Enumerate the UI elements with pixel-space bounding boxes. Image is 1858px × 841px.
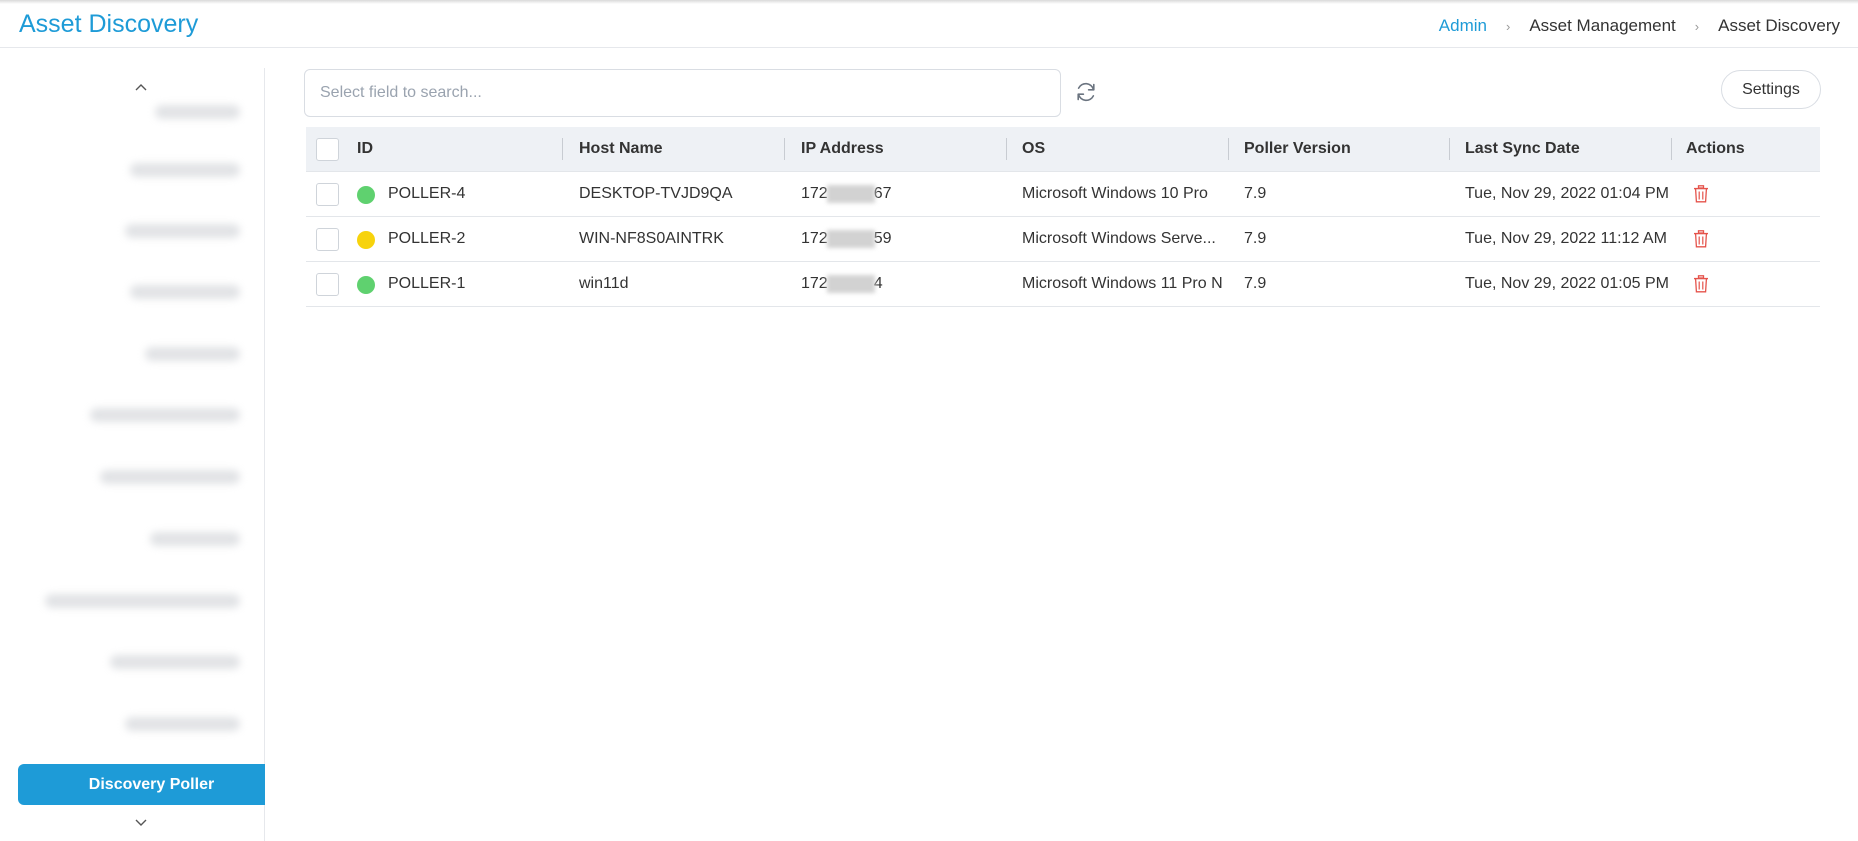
select-all-checkbox[interactable] [316, 138, 339, 161]
sidebar-item-blurred[interactable] [125, 224, 240, 238]
sidebar: Discovery Poller [0, 68, 265, 841]
table-row[interactable]: POLLER-1 win11d 172 4 Microsoft Windows 1… [306, 262, 1820, 307]
status-indicator [357, 186, 375, 204]
poller-version: 7.9 [1244, 185, 1267, 202]
host-name: WIN-NF8S0AINTRK [579, 230, 724, 247]
sidebar-item-blurred[interactable] [130, 285, 240, 299]
actions-cell [1686, 217, 1816, 261]
ip-suffix: 4 [873, 275, 883, 292]
status-indicator [357, 231, 375, 249]
column-separator[interactable] [562, 138, 563, 160]
column-header-actions: Actions [1686, 140, 1745, 157]
trash-icon[interactable] [1693, 275, 1709, 293]
breadcrumb-admin[interactable]: Admin [1439, 16, 1487, 36]
search-box [304, 69, 1061, 117]
sidebar-item-discovery-poller[interactable]: Discovery Poller [18, 764, 265, 805]
chevron-right-icon: › [1505, 18, 1511, 34]
breadcrumb: Admin › Asset Management › Asset Discove… [1439, 16, 1840, 36]
column-header-last-sync-date[interactable]: Last Sync Date [1465, 127, 1675, 171]
column-separator[interactable] [1671, 138, 1672, 160]
actions-cell [1686, 262, 1816, 306]
poller-version: 7.9 [1244, 230, 1267, 247]
table-row[interactable]: POLLER-2 WIN-NF8S0AINTRK 172 59 Microsoft… [306, 217, 1820, 262]
last-sync-date: Tue, Nov 29, 2022 11:12 AM [1465, 230, 1667, 247]
table-row[interactable]: POLLER-4 DESKTOP-TVJD9QA 172 67 Microsoft… [306, 172, 1820, 217]
operating-system: Microsoft Windows 10 Pro [1022, 185, 1208, 202]
column-header-os[interactable]: OS [1022, 127, 1227, 171]
ip-address: 172 67 [801, 172, 1011, 216]
row-checkbox[interactable] [316, 228, 339, 251]
actions-cell [1686, 172, 1816, 216]
ip-address: 172 59 [801, 217, 1011, 261]
page-title: Asset Discovery [19, 10, 199, 38]
chevron-down-icon[interactable] [134, 815, 148, 829]
poller-version: 7.9 [1244, 275, 1267, 292]
sidebar-item-blurred[interactable] [150, 532, 240, 546]
trash-icon[interactable] [1693, 185, 1709, 203]
sidebar-item-blurred[interactable] [90, 408, 240, 422]
sidebar-item-blurred[interactable] [45, 594, 240, 608]
host-name: DESKTOP-TVJD9QA [579, 185, 733, 202]
column-separator[interactable] [784, 138, 785, 160]
refresh-icon[interactable] [1074, 80, 1098, 104]
column-separator[interactable] [1228, 138, 1229, 160]
column-header-ip-address[interactable]: IP Address [801, 127, 1011, 171]
sidebar-item-blurred[interactable] [145, 347, 240, 361]
poller-id[interactable]: POLLER-1 [388, 262, 538, 306]
row-checkbox[interactable] [316, 183, 339, 206]
column-header-host-name[interactable]: Host Name [579, 127, 789, 171]
ip-suffix: 59 [873, 230, 892, 247]
column-header-poller-version[interactable]: Poller Version [1244, 127, 1454, 171]
last-sync-date: Tue, Nov 29, 2022 01:05 PM [1465, 275, 1669, 292]
chevron-right-icon: › [1694, 18, 1700, 34]
sidebar-item-blurred[interactable] [155, 105, 240, 119]
column-header-id[interactable]: ID [357, 127, 507, 171]
sidebar-item-blurred[interactable] [130, 163, 240, 177]
status-indicator [357, 276, 375, 294]
ip-prefix: 172 [801, 230, 828, 247]
chevron-up-icon[interactable] [134, 81, 148, 95]
breadcrumb-asset-management[interactable]: Asset Management [1529, 16, 1675, 36]
sidebar-item-blurred[interactable] [125, 717, 240, 731]
row-checkbox[interactable] [316, 273, 339, 296]
ip-suffix: 67 [873, 185, 892, 202]
redacted-mask [826, 275, 875, 293]
operating-system: Microsoft Windows Serve... [1022, 230, 1216, 247]
redacted-mask [826, 230, 875, 248]
poller-id[interactable]: POLLER-4 [388, 172, 538, 216]
last-sync-date: Tue, Nov 29, 2022 01:04 PM [1465, 185, 1669, 202]
settings-button[interactable]: Settings [1721, 70, 1821, 109]
redacted-mask [826, 185, 875, 203]
breadcrumb-asset-discovery: Asset Discovery [1718, 16, 1840, 35]
trash-icon[interactable] [1693, 230, 1709, 248]
page-header: Asset Discovery Admin › Asset Management… [0, 0, 1858, 48]
poller-id[interactable]: POLLER-2 [388, 217, 538, 261]
operating-system: Microsoft Windows 11 Pro N [1022, 275, 1223, 292]
search-input[interactable] [305, 70, 1060, 116]
ip-prefix: 172 [801, 275, 828, 292]
column-separator[interactable] [1449, 138, 1450, 160]
column-separator[interactable] [1006, 138, 1007, 160]
poller-table: ID Host Name IP Address OS Poller Versio… [306, 127, 1820, 307]
sidebar-item-blurred[interactable] [110, 655, 240, 669]
sidebar-item-blurred[interactable] [100, 470, 240, 484]
table-header-row: ID Host Name IP Address OS Poller Versio… [306, 127, 1820, 172]
ip-address: 172 4 [801, 262, 1011, 306]
ip-prefix: 172 [801, 185, 828, 202]
host-name: win11d [579, 275, 629, 292]
